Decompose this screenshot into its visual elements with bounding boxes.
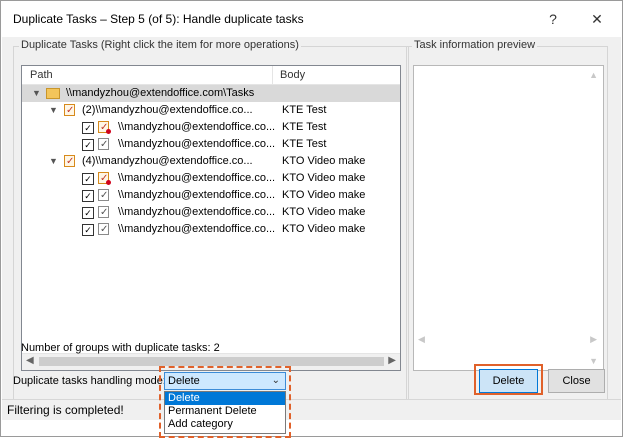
task-icon [98,136,109,153]
title-bar: Duplicate Tasks – Step 5 (of 5): Handle … [1,1,622,37]
scroll-right-icon[interactable]: ▶ [388,355,396,366]
close-button[interactable]: Close [548,369,605,393]
task-group-icon [64,153,75,170]
option-permanent-delete[interactable]: Permanent Delete [165,405,285,418]
scroll-right-icon[interactable]: ▶ [590,334,597,345]
group-path: (2)\\mandyzhou@extendoffice.co... [82,104,253,116]
group-body: KTO Video make [282,155,366,167]
handling-mode-label: Duplicate tasks handling mode: [13,375,166,387]
task-body: KTO Video make [282,206,366,218]
task-path: \\mandyzhou@extendoffice.co... [118,138,276,150]
handling-mode-value: Delete [168,375,200,387]
root-path: \\mandyzhou@extendoffice.com\Tasks [66,87,255,99]
task-row[interactable]: ✓ \\mandyzhou@extendoffice.co... KTE Tes… [22,119,400,136]
task-row[interactable]: ✓ \\mandyzhou@extendoffice.co... KTO Vid… [22,187,400,204]
scroll-left-icon[interactable]: ◀ [26,355,34,366]
preview-hscroll[interactable]: ◀ ▶ [413,332,602,348]
status-text: Filtering is completed! [7,403,124,417]
task-path: \\mandyzhou@extendoffice.co... [118,189,276,201]
task-checkbox[interactable]: ✓ [82,224,94,236]
collapse-icon[interactable]: ▼ [32,85,41,102]
task-path: \\mandyzhou@extendoffice.co... [118,223,276,235]
task-row[interactable]: ✓ \\mandyzhou@extendoffice.co... KTO Vid… [22,221,400,238]
task-icon [98,204,109,221]
option-delete[interactable]: Delete [165,392,285,405]
scroll-down-icon[interactable]: ▼ [589,356,598,366]
task-path: \\mandyzhou@extendoffice.co... [118,172,276,184]
task-icon [98,187,109,204]
overdue-dot-icon [106,129,111,134]
group-body: KTE Test [282,104,327,116]
column-body[interactable]: Body [280,69,305,81]
task-body: KTE Test [282,121,327,133]
task-checkbox[interactable]: ✓ [82,207,94,219]
column-path[interactable]: Path [30,69,53,81]
task-body: KTO Video make [282,223,366,235]
task-body: KTO Video make [282,172,366,184]
scrollbar-thumb[interactable] [39,357,384,366]
delete-button[interactable]: Delete [479,369,538,393]
duplicate-tasks-dialog: Duplicate Tasks – Step 5 (of 5): Handle … [0,0,623,438]
task-body: KTO Video make [282,189,366,201]
group-path: (4)\\mandyzhou@extendoffice.co... [82,155,253,167]
dialog-body: Duplicate Tasks (Right click the item fo… [2,37,621,400]
scroll-left-icon[interactable]: ◀ [418,334,425,345]
option-add-category[interactable]: Add category [165,418,285,431]
close-window-button[interactable]: ✕ [586,8,608,30]
task-checkbox[interactable]: ✓ [82,173,94,185]
task-body: KTE Test [282,138,327,150]
scroll-up-icon[interactable]: ▲ [589,70,598,80]
task-path: \\mandyzhou@extendoffice.co... [118,206,276,218]
task-checkbox[interactable]: ✓ [82,139,94,151]
group-count-text: Number of groups with duplicate tasks: 2 [21,342,220,354]
task-checkbox[interactable]: ✓ [82,190,94,202]
group-row[interactable]: ▼ (4)\\mandyzhou@extendoffice.co... KTO … [22,153,400,170]
task-row[interactable]: ✓ \\mandyzhou@extendoffice.co... KTO Vid… [22,204,400,221]
status-bar: Filtering is completed! [2,399,621,420]
task-path: \\mandyzhou@extendoffice.co... [118,121,276,133]
duplicate-tasks-group-title: Duplicate Tasks (Right click the item fo… [19,39,301,51]
task-preview-pane[interactable]: ▲ ▼ [413,65,604,371]
duplicate-tasks-tree[interactable]: Path Body ▼ \\mandyzhou@extendoffice.com… [21,65,401,371]
tree-header: Path Body [22,66,400,85]
task-row[interactable]: ✓ \\mandyzhou@extendoffice.co... KTO Vid… [22,170,400,187]
task-icon [98,221,109,238]
tree-root-row[interactable]: ▼ \\mandyzhou@extendoffice.com\Tasks [22,85,400,102]
preview-group-title: Task information preview [412,39,538,51]
handling-mode-select[interactable]: Delete ⌄ [164,372,286,390]
column-separator[interactable] [272,66,273,84]
tasks-folder-icon [46,88,60,99]
chevron-down-icon[interactable]: ⌄ [272,373,280,389]
task-checkbox[interactable]: ✓ [82,122,94,134]
task-row[interactable]: ✓ \\mandyzhou@extendoffice.co... KTE Tes… [22,136,400,153]
task-group-icon [64,102,75,119]
handling-mode-dropdown: Delete Permanent Delete Add category [164,391,286,434]
window-title: Duplicate Tasks – Step 5 (of 5): Handle … [13,12,304,26]
help-button[interactable]: ? [542,8,564,30]
group-row[interactable]: ▼ (2)\\mandyzhou@extendoffice.co... KTE … [22,102,400,119]
collapse-icon[interactable]: ▼ [49,102,58,119]
overdue-dot-icon [106,180,111,185]
collapse-icon[interactable]: ▼ [49,153,58,170]
